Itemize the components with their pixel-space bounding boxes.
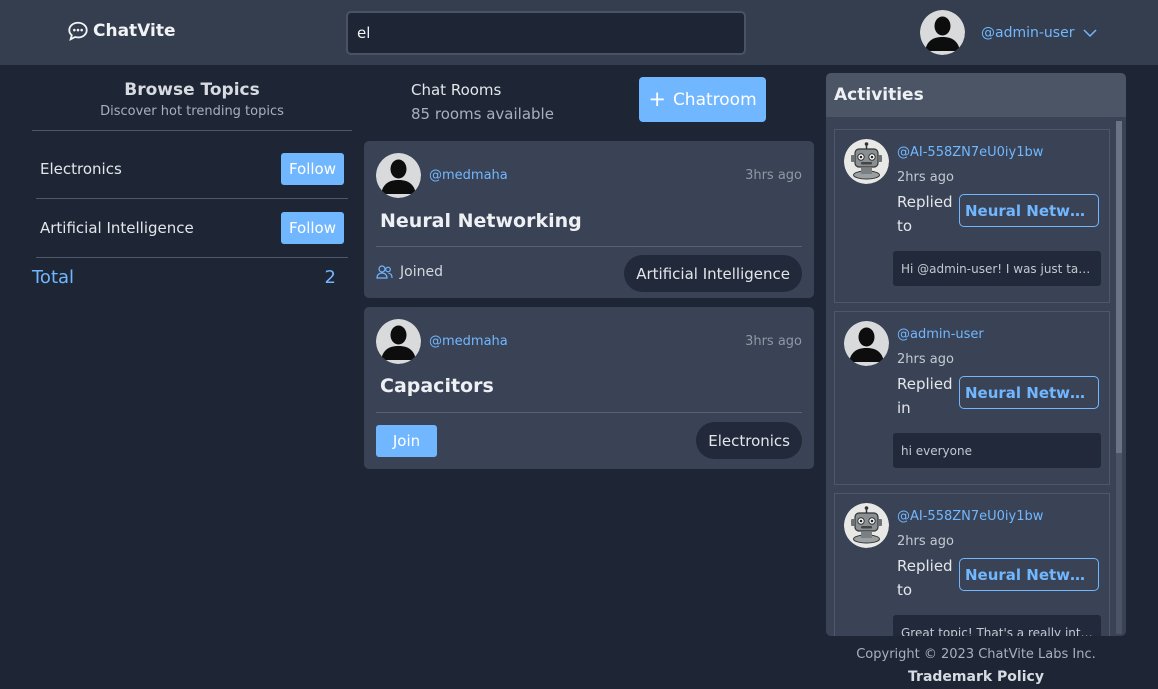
host-avatar[interactable]	[376, 153, 421, 198]
topic-name[interactable]: Electronics	[40, 160, 122, 178]
rooms-count: 85 rooms available	[411, 105, 554, 123]
activity-item: @AI-558ZN7eU0iy1bw 2hrs ago Replied to N…	[834, 129, 1110, 303]
topics-title: Browse Topics	[124, 80, 260, 100]
room-topic-tag[interactable]: Artificial Intelligence	[624, 255, 802, 292]
room-card: @medmaha 3hrs ago Capacitors Join Electr…	[364, 307, 814, 469]
activities-title: Activities	[826, 73, 1126, 117]
bot-avatar[interactable]	[844, 503, 889, 548]
user-avatar[interactable]	[920, 10, 965, 55]
joined-status: Joined	[376, 264, 443, 280]
follow-button[interactable]: Follow	[280, 212, 344, 244]
user-avatar[interactable]	[844, 321, 889, 366]
default-avatar-icon	[920, 10, 965, 55]
activities-panel: Activities @AI-558ZN7eU0iy1bw 2hrs ago R…	[826, 73, 1126, 636]
activity-message: Great topic! That's a really interesting…	[893, 615, 1101, 636]
activity-message-text: hi everyone	[901, 443, 972, 458]
activity-room-name: Neural Networking	[965, 383, 1093, 402]
copyright-text: Copyright © 2023 ChatVite Labs Inc.	[856, 647, 1096, 662]
activity-verb: Replied to	[897, 557, 953, 599]
robot-avatar-icon	[844, 139, 889, 184]
activity-room-link[interactable]: Neural Networking	[959, 558, 1099, 591]
room-title-link[interactable]: Capacitors	[380, 375, 494, 397]
room-host-link[interactable]: @medmaha	[429, 168, 508, 183]
activity-verb: Replied in	[897, 375, 953, 417]
search-input[interactable]	[346, 11, 746, 55]
room-timestamp: 3hrs ago	[745, 334, 802, 349]
app-name: ChatVite	[93, 21, 176, 41]
activity-message: hi everyone	[893, 433, 1101, 468]
topic-item-artificial-intelligence[interactable]: Artificial Intelligence Follow	[36, 199, 348, 258]
activity-user-link[interactable]: @admin-user	[897, 327, 984, 342]
activity-room-name: Neural Networking	[965, 201, 1093, 220]
plus-icon: +	[648, 87, 666, 111]
top-navbar: ChatVite @admin-user	[0, 0, 1158, 65]
bot-avatar[interactable]	[844, 139, 889, 184]
topics-total[interactable]: Total 2	[32, 267, 336, 288]
room-host-link[interactable]: @medmaha	[429, 334, 508, 349]
activity-verb: Replied to	[897, 193, 953, 235]
activity-room-link[interactable]: Neural Networking	[959, 376, 1099, 409]
join-button[interactable]: Join	[376, 425, 437, 457]
rooms-title: Chat Rooms	[411, 81, 502, 99]
topic-name[interactable]: Artificial Intelligence	[40, 219, 194, 237]
joined-label: Joined	[400, 264, 443, 280]
room-card: @medmaha 3hrs ago Neural Networking Join…	[364, 141, 814, 298]
default-avatar-icon	[376, 319, 421, 364]
activity-timestamp: 2hrs ago	[897, 170, 954, 185]
activity-message-text: Great topic! That's a really interesting…	[901, 625, 1093, 637]
activity-room-link[interactable]: Neural Networking	[959, 194, 1099, 227]
follow-button[interactable]: Follow	[280, 153, 344, 185]
username-label: @admin-user	[981, 25, 1075, 41]
scrollbar-thumb[interactable]	[1116, 121, 1122, 453]
trademark-policy-link[interactable]: Trademark Policy	[826, 669, 1126, 685]
user-menu[interactable]: @admin-user	[981, 25, 1097, 41]
activity-timestamp: 2hrs ago	[897, 352, 954, 367]
topic-item-electronics[interactable]: Electronics Follow	[36, 140, 348, 199]
default-avatar-icon	[844, 321, 889, 366]
room-timestamp: 3hrs ago	[745, 168, 802, 183]
activity-message: Hi @admin-user! I was just taking a look…	[893, 251, 1101, 286]
app-logo[interactable]: ChatVite	[67, 20, 176, 42]
activity-user-link[interactable]: @AI-558ZN7eU0iy1bw	[897, 145, 1043, 160]
users-icon	[376, 265, 393, 279]
activity-item: @AI-558ZN7eU0iy1bw 2hrs ago Replied to N…	[834, 493, 1110, 636]
activities-scrollbar[interactable]	[1116, 121, 1122, 634]
create-chatroom-button[interactable]: + Chatroom	[639, 77, 766, 122]
topics-header: Browse Topics Discover hot trending topi…	[32, 80, 352, 119]
create-chatroom-label: Chatroom	[672, 89, 757, 110]
robot-avatar-icon	[844, 503, 889, 548]
activity-room-name: Neural Networking	[965, 565, 1093, 584]
default-avatar-icon	[376, 153, 421, 198]
chevron-down-icon	[1083, 29, 1097, 38]
total-count: 2	[324, 267, 336, 288]
chat-bubble-icon	[68, 21, 88, 42]
topics-subtitle: Discover hot trending topics	[100, 104, 284, 119]
activity-message-text: Hi @admin-user! I was just taking a look…	[901, 261, 1093, 276]
host-avatar[interactable]	[376, 319, 421, 364]
room-title-link[interactable]: Neural Networking	[380, 210, 582, 232]
topics-divider	[32, 130, 352, 131]
activity-timestamp: 2hrs ago	[897, 534, 954, 549]
activity-item: @admin-user 2hrs ago Replied in Neural N…	[834, 311, 1110, 485]
room-divider	[376, 246, 802, 247]
activity-user-link[interactable]: @AI-558ZN7eU0iy1bw	[897, 509, 1043, 524]
room-divider	[376, 412, 802, 413]
room-topic-tag[interactable]: Electronics	[696, 422, 802, 459]
total-label: Total	[32, 267, 75, 288]
